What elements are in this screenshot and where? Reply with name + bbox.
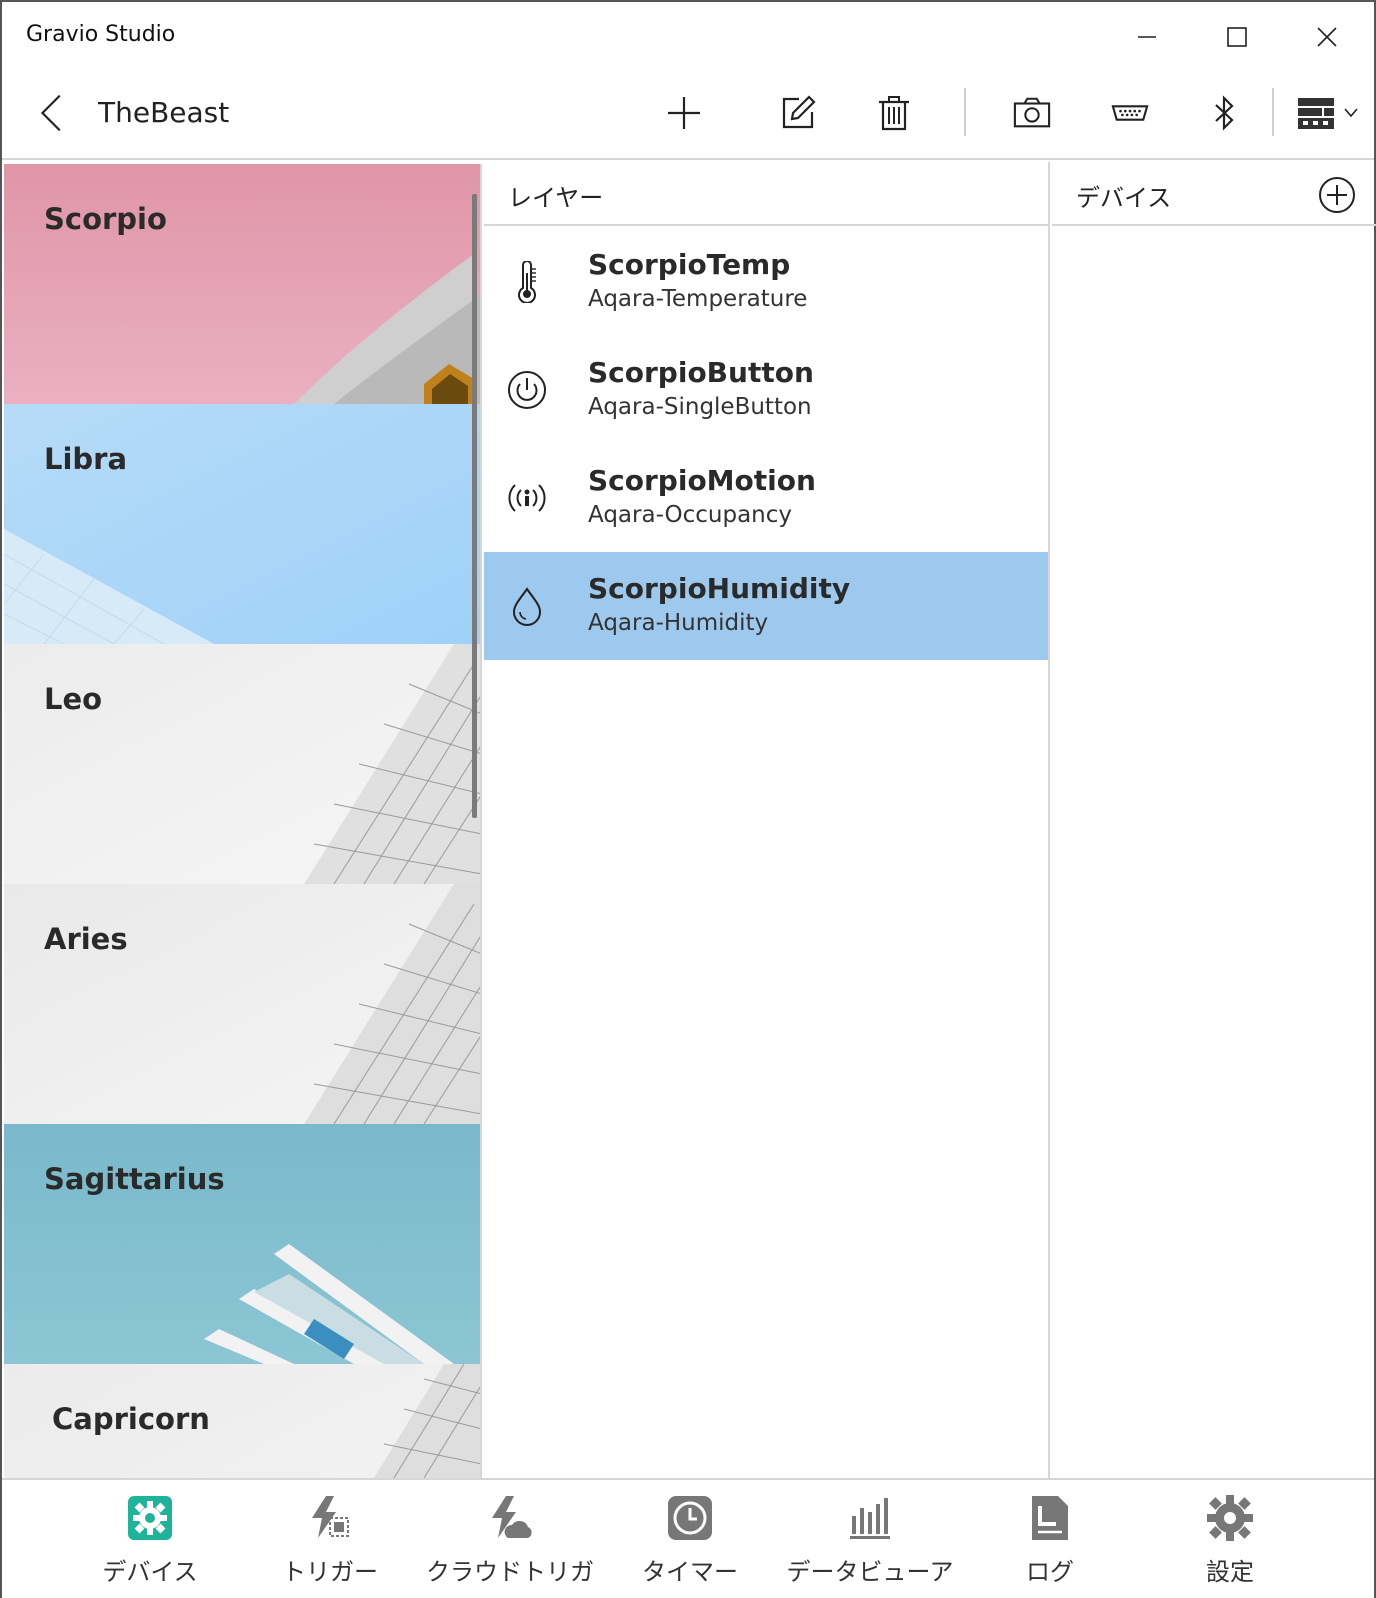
nav-label: トリガー [282, 1558, 378, 1586]
view-layout-button[interactable] [1284, 84, 1370, 142]
layer-panel-header: レイヤー [484, 162, 1048, 226]
bluetooth-icon [1215, 95, 1234, 131]
nav-item-log[interactable]: ログ [960, 1494, 1140, 1594]
close-icon [1317, 27, 1337, 47]
area-background-image [4, 1124, 480, 1364]
nav-item-devices[interactable]: デバイス [60, 1494, 240, 1594]
area-card-sagittarius[interactable]: Sagittarius [4, 1124, 480, 1364]
timer-icon [668, 1496, 712, 1540]
serial-port-button[interactable] [1100, 84, 1160, 142]
power-button-icon [508, 371, 546, 409]
add-layer-button[interactable] [654, 84, 714, 142]
area-card-leo[interactable]: Leo [4, 644, 480, 884]
settings-icon [1207, 1495, 1253, 1541]
device-panel-header: デバイス [1052, 162, 1376, 226]
command-bar: TheBeast [2, 74, 1374, 160]
area-card-aries[interactable]: Aries [4, 884, 480, 1124]
bluetooth-button[interactable] [1194, 84, 1254, 142]
layer-name: ScorpioButton [588, 356, 814, 389]
bottom-navigation: デバイス トリガー クラウドトリガー タイマー データビューア ログ 設定 [2, 1478, 1374, 1598]
area-name: Scorpio [44, 202, 167, 236]
back-arrow-icon [40, 94, 61, 132]
area-name: Aries [44, 922, 128, 956]
edit-icon [782, 95, 816, 129]
nav-label: クラウドトリガー [426, 1558, 594, 1598]
minimize-button[interactable] [1112, 14, 1182, 60]
layer-row-scorpiomotion[interactable]: ScorpioMotion Aqara-Occupancy [484, 444, 1048, 552]
nav-label: 設定 [1206, 1558, 1254, 1586]
thermometer-icon [518, 261, 536, 303]
area-name: Libra [44, 442, 128, 476]
app-window: Gravio Studio TheBeast Scorpio Libra Leo… [0, 0, 1376, 1598]
layer-type: Aqara-Humidity [588, 610, 769, 636]
nav-label: データビューア [786, 1558, 954, 1586]
nav-item-triggers[interactable]: トリガー [240, 1494, 420, 1594]
cloud-trigger-icon [492, 1496, 532, 1538]
serial-port-icon [1111, 105, 1149, 121]
title-bar: Gravio Studio [2, 2, 1374, 72]
maximize-icon [1227, 27, 1247, 47]
toolbar-separator [1272, 88, 1274, 136]
nav-item-data-viewer[interactable]: データビューア [780, 1494, 960, 1594]
area-background-image [4, 884, 480, 1124]
trigger-icon [312, 1496, 349, 1538]
chevron-down-icon [1344, 108, 1358, 118]
nav-item-timers[interactable]: タイマー [600, 1494, 780, 1594]
nav-item-cloud-triggers[interactable]: クラウドトリガー [420, 1494, 600, 1598]
view-layout-icon [1298, 98, 1334, 129]
log-icon [1032, 1496, 1068, 1540]
data-viewer-icon [850, 1498, 890, 1539]
layer-row-scorpiotemp[interactable]: ScorpioTemp Aqara-Temperature [484, 228, 1048, 336]
layer-name: ScorpioTemp [588, 248, 791, 281]
area-list: Scorpio Libra Leo Aries Sagittarius Capr… [4, 164, 482, 1478]
nav-label: ログ [1026, 1558, 1074, 1586]
toolbar-separator [964, 88, 966, 136]
area-background-image [4, 404, 480, 644]
layer-name: ScorpioHumidity [588, 572, 851, 605]
delete-icon [879, 96, 909, 131]
area-name: Capricorn [52, 1402, 210, 1436]
device-panel: デバイス [1052, 162, 1376, 1478]
add-device-icon[interactable] [1318, 176, 1356, 214]
layer-type: Aqara-Temperature [588, 286, 808, 312]
back-button[interactable] [30, 88, 74, 138]
area-name: Sagittarius [44, 1162, 225, 1196]
camera-icon [1013, 97, 1051, 128]
area-card-capricorn[interactable]: Capricorn [4, 1364, 480, 1478]
minimize-icon [1138, 36, 1156, 38]
layer-row-scorpiobutton[interactable]: ScorpioButton Aqara-SingleButton [484, 336, 1048, 444]
device-panel-title: デバイス [1076, 184, 1172, 212]
layer-type: Aqara-Occupancy [588, 502, 793, 528]
nav-label: タイマー [642, 1558, 738, 1586]
area-name: Leo [44, 682, 103, 716]
layer-panel-title: レイヤー [508, 184, 604, 212]
app-title: Gravio Studio [26, 22, 176, 47]
layer-name: ScorpioMotion [588, 464, 816, 497]
droplet-icon [512, 587, 542, 626]
nav-item-settings[interactable]: 設定 [1140, 1494, 1320, 1594]
edit-button[interactable] [768, 84, 828, 142]
area-card-scorpio[interactable]: Scorpio [4, 164, 480, 404]
add-icon [668, 97, 700, 129]
layer-type: Aqara-SingleButton [588, 394, 812, 420]
maximize-button[interactable] [1202, 14, 1272, 60]
occupancy-icon [508, 484, 546, 512]
camera-button[interactable] [1002, 84, 1062, 142]
device-gear-icon [128, 1496, 172, 1540]
area-background-image [4, 644, 480, 884]
layer-panel: レイヤー ScorpioTemp Aqara-Temperature Scorp… [484, 162, 1050, 1478]
area-card-libra[interactable]: Libra [4, 404, 480, 644]
area-list-scrollbar[interactable] [472, 194, 477, 818]
layer-row-scorpiohumidity[interactable]: ScorpioHumidity Aqara-Humidity [484, 552, 1048, 660]
close-button[interactable] [1292, 14, 1362, 60]
nav-label: デバイス [102, 1558, 198, 1586]
page-title: TheBeast [98, 96, 230, 129]
delete-button[interactable] [864, 84, 924, 142]
area-background-image [4, 164, 480, 404]
